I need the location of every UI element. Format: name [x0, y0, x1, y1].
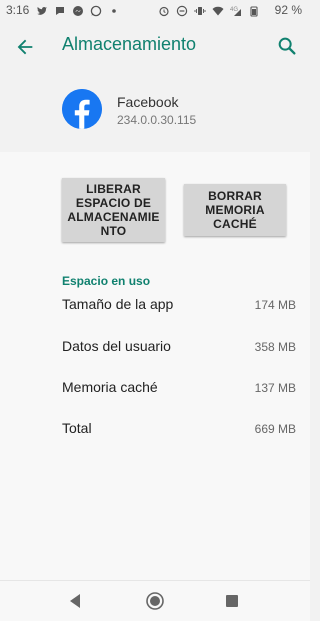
chat-icon [56, 7, 64, 15]
system-icons: 4G [158, 5, 260, 17]
app-version: 234.0.0.30.115 [117, 113, 197, 127]
app-name: Facebook [117, 94, 179, 110]
search-icon[interactable] [276, 35, 298, 57]
clear-cache-button[interactable]: BORRAR MEMORIA CACHÉ [184, 184, 286, 236]
twitter-icon [37, 7, 47, 15]
navigation-bar [0, 580, 310, 621]
storage-row-total: Total 669 MB [62, 420, 298, 440]
notification-icons [36, 5, 120, 17]
storage-content: LIBERAR ESPACIO DE ALMACENAMIE NTO BORRA… [0, 152, 310, 580]
section-title: Espacio en uso [62, 274, 151, 288]
facebook-logo-icon [62, 89, 102, 129]
vibrate-icon [194, 7, 206, 15]
app-bar: Almacenamiento [0, 22, 310, 72]
nav-recents-icon[interactable] [222, 591, 242, 611]
status-time: 3:16 [6, 3, 30, 17]
dot-icon [112, 9, 116, 13]
signal-4g-icon: 4G [230, 7, 241, 16]
free-storage-button[interactable]: LIBERAR ESPACIO DE ALMACENAMIE NTO [62, 178, 165, 242]
storage-row-cache: Memoria caché 137 MB [62, 379, 298, 399]
back-arrow-icon[interactable] [14, 36, 36, 58]
storage-row-app-size: Tamaño de la app 174 MB [62, 296, 298, 316]
alarm-icon [159, 6, 169, 17]
row-value: 358 MB [254, 340, 296, 354]
row-label: Tamaño de la app [62, 296, 174, 312]
page-title: Almacenamiento [62, 34, 197, 54]
signal-icon [250, 6, 258, 17]
row-label: Memoria caché [62, 379, 158, 395]
row-value: 669 MB [254, 422, 296, 436]
row-label: Datos del usuario [62, 338, 171, 354]
whatsapp-icon [90, 5, 102, 17]
row-value: 137 MB [254, 381, 296, 395]
wifi-icon [212, 6, 224, 16]
nav-back-icon[interactable] [66, 591, 86, 611]
status-bar: 3:16 4G 92 % [0, 0, 310, 22]
minus-circle-icon [176, 5, 188, 17]
battery-percent: 92 % [274, 3, 302, 17]
svg-text:4G: 4G [230, 7, 238, 13]
app-header: Facebook 234.0.0.30.115 [0, 72, 310, 152]
nav-home-icon[interactable] [145, 591, 165, 611]
storage-row-user-data: Datos del usuario 358 MB [62, 338, 298, 358]
messenger-icon [73, 6, 83, 16]
row-value: 174 MB [254, 298, 296, 312]
row-label: Total [62, 420, 92, 436]
